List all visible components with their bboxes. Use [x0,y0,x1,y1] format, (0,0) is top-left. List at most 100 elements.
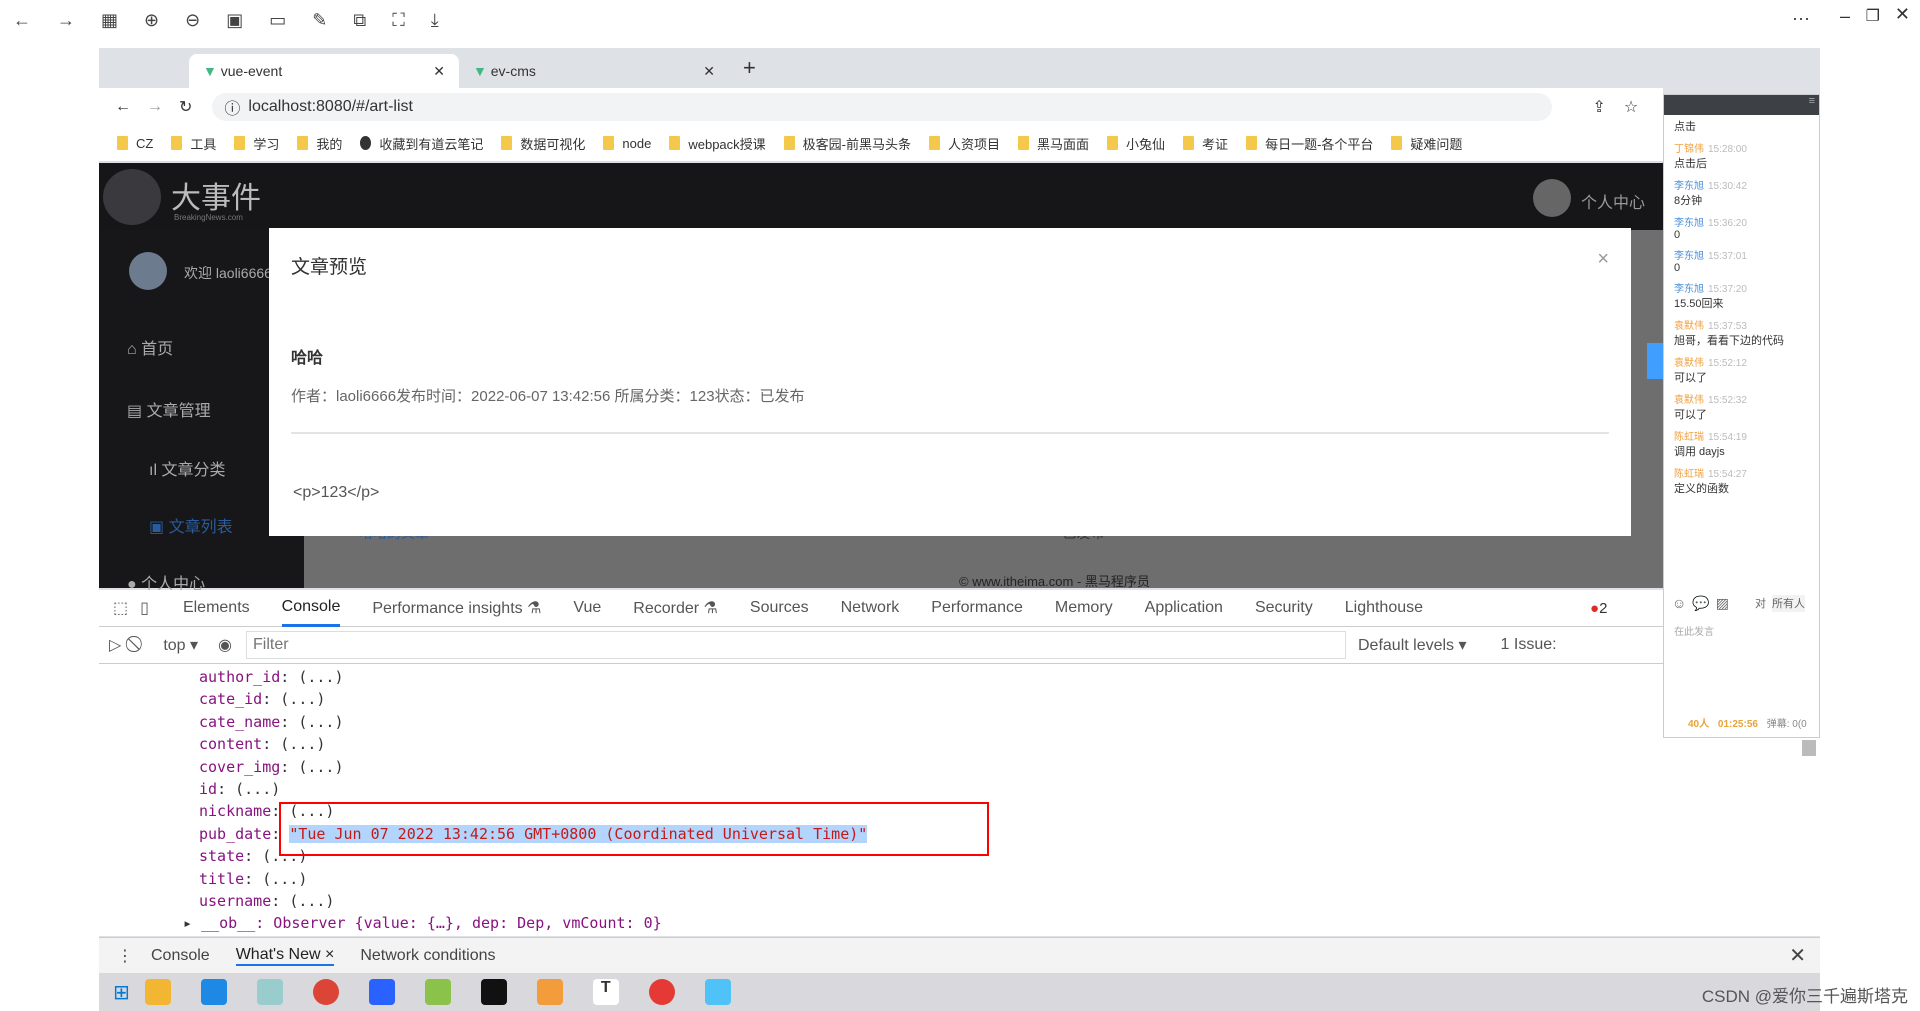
tab-sources[interactable]: Sources [750,590,809,627]
property-line[interactable]: author_id: (...) [199,666,344,688]
bubble-icon[interactable]: 💬 [1692,595,1709,612]
drawer-tab-console[interactable]: Console [151,947,210,965]
tab-memory[interactable]: Memory [1055,590,1113,627]
menu-article-manage[interactable]: ▤ 文章管理 [127,397,211,421]
close-drawer-icon[interactable]: ✕ [1789,943,1806,968]
tab-performance[interactable]: Performance [931,590,1023,627]
download-icon[interactable]: ⤓ [431,10,439,31]
menu-article-category[interactable]: ıl 文章分类 [149,456,225,480]
to-target-select[interactable]: 所有人 [1771,595,1805,612]
bookmark-item[interactable]: webpack授课 [669,134,766,153]
grid-icon[interactable]: ▦ [101,10,118,31]
expand-icon[interactable]: ▸ [183,914,201,932]
property-line[interactable]: cover_img: (...) [199,756,344,778]
close-tab-icon[interactable]: ✕ [703,63,715,80]
bookmark-item[interactable]: 学习 [234,134,279,153]
observer-line[interactable]: ▸ __ob__: Observer {value: {…}, dep: Dep… [183,912,662,934]
eye-icon[interactable]: ◉ [218,635,232,655]
tab-performance[interactable]: Performance insights ⚗ [372,590,541,627]
reload-icon[interactable]: ↻ [179,97,192,117]
bookmark-item[interactable]: 数据可视化 [501,134,585,153]
bookmark-item[interactable]: 我的 [297,134,342,153]
url-input[interactable]: ⓘ localhost:8080/#/art-list [212,92,1553,121]
tab-application[interactable]: Application [1145,590,1223,627]
scrollbar[interactable] [1802,740,1816,756]
menu-dots-icon[interactable]: ⋮ [117,946,133,966]
context-select[interactable]: top ▾ [163,635,198,655]
tab-console[interactable]: Console [281,590,341,627]
bookmark-item[interactable]: 考证 [1183,134,1228,153]
inspect-icon[interactable]: ⬚ [113,598,128,618]
bookmark-item[interactable]: 人资项目 [929,134,1000,153]
tab-lighthouse[interactable]: Lighthouse [1345,590,1423,627]
issues-button[interactable]: 1 Issue: [1501,636,1557,654]
close-icon[interactable]: ✕ [1895,4,1910,25]
close-tab-icon[interactable]: ✕ [433,63,445,80]
app-icon[interactable] [256,979,283,1005]
bookmark-item[interactable]: 极客园-前黑马头条 [783,134,911,153]
new-tab-button[interactable]: + [743,55,756,81]
chrome-icon[interactable] [312,979,339,1005]
copy-icon[interactable]: ⧉ [353,10,366,31]
more-icon[interactable]: ··· [1792,8,1810,29]
levels-select[interactable]: Default levels ▾ [1358,635,1467,655]
forward-icon[interactable]: → [57,10,75,31]
zoom-out-icon[interactable]: ⊖ [185,10,200,31]
app-icon[interactable] [536,979,563,1005]
close-dialog-button[interactable]: × [1597,248,1609,271]
crop-icon[interactable]: ⛶ [392,10,405,31]
app-icon[interactable] [704,979,731,1005]
tab-recorder[interactable]: Recorder ⚗ [633,590,718,627]
tab-elements[interactable]: Elements [183,590,250,627]
chat-menu-icon[interactable]: ≡ [1664,95,1819,115]
tab-vue[interactable]: Vue [573,590,601,627]
tab-security[interactable]: Security [1255,590,1313,627]
star-icon[interactable]: ☆ [1624,97,1638,117]
edit-icon[interactable]: ✎ [312,10,327,31]
back-icon[interactable]: ← [115,98,131,116]
zoom-in-icon[interactable]: ⊕ [144,10,159,31]
forward-icon[interactable]: → [147,98,163,116]
filter-input[interactable] [246,631,1346,659]
minimize-icon[interactable]: – [1840,6,1850,27]
user-center-link[interactable]: 个人中心 [1581,189,1645,213]
fit-icon[interactable]: ▣ [226,10,243,31]
avatar[interactable] [1533,179,1571,217]
emoji-icon[interactable]: ☺ [1672,595,1686,612]
sidebar-toggle-icon[interactable]: ▷ [109,635,121,655]
back-icon[interactable]: ← [13,10,31,31]
menu-article-list[interactable]: ▣ 文章列表 [149,513,233,537]
image-icon[interactable]: ▨ [1716,595,1729,612]
bookmark-item[interactable]: 疑难问题 [1391,134,1462,153]
bookmark-item[interactable]: CZ [117,136,153,151]
app-icon[interactable] [424,979,451,1005]
vscode-icon[interactable] [200,979,227,1005]
bookmark-item[interactable]: 小兔仙 [1107,134,1165,153]
folder-icon[interactable]: ▭ [269,10,286,31]
bookmark-item[interactable]: 黑马面面 [1018,134,1089,153]
device-icon[interactable]: ▯ [140,598,149,618]
property-line[interactable]: id: (...) [199,778,280,800]
typora-icon[interactable]: T [592,979,619,1005]
bookmark-item[interactable]: 收藏到有道云笔记 [360,134,483,153]
drawer-tab-network-conditions[interactable]: Network conditions [360,947,495,965]
tab-ev-cms[interactable]: ▼ ev-cms ✕ [459,54,729,88]
tab-vue-event[interactable]: ▼ vue-event ✕ [189,54,459,88]
restore-icon[interactable]: ❐ [1866,6,1880,26]
chat-input[interactable]: 在此发言 [1674,623,1714,638]
bookmark-item[interactable]: node [603,136,651,151]
windows-icon[interactable]: ⊞ [113,980,130,1005]
tab-network[interactable]: Network [841,590,900,627]
bookmark-item[interactable]: 工具 [171,134,216,153]
app-icon[interactable] [648,979,675,1005]
terminal-icon[interactable] [480,979,507,1005]
property-line[interactable]: cate_name: (...) [199,711,344,733]
property-line[interactable]: content: (...) [199,733,325,755]
bookmark-item[interactable]: 每日一题-各个平台 [1246,134,1373,153]
explorer-icon[interactable] [144,979,171,1005]
property-line[interactable]: username: (...) [199,890,334,912]
app-icon[interactable] [368,979,395,1005]
share-icon[interactable]: ⇪ [1592,97,1605,117]
drawer-tab-whats-new[interactable]: What's New × [235,946,335,966]
error-count[interactable]: ●2 [1590,600,1607,617]
